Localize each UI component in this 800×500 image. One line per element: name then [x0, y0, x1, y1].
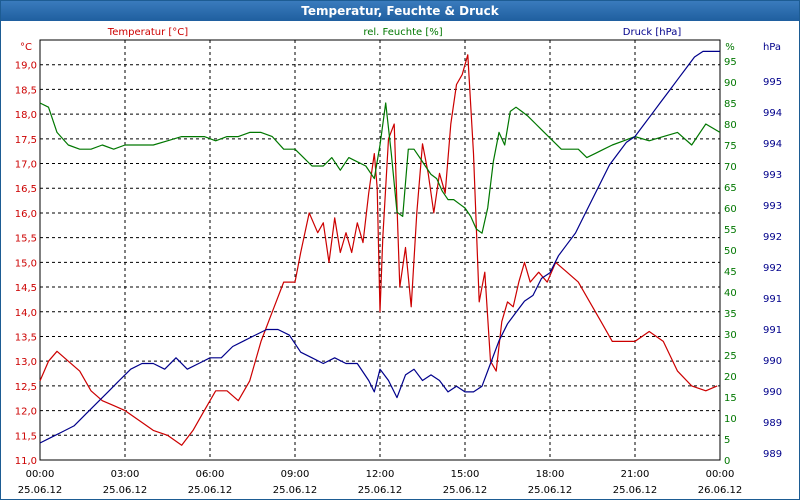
x-tick-time-label: 12:00 [366, 469, 395, 480]
temperature-tick-label: 17,5 [15, 135, 37, 146]
temperature-tick-label: 19,0 [15, 61, 37, 72]
pressure-tick-label: 989 [763, 418, 782, 429]
x-tick-time-label: 21:00 [621, 469, 650, 480]
humidity-tick-label: 35 [724, 309, 737, 320]
humidity-tick-label: 5 [724, 435, 730, 446]
humidity-unit: % [725, 42, 735, 53]
temperature-tick-label: 13,5 [15, 332, 37, 343]
temperature-tick-label: 11,5 [15, 431, 37, 442]
x-tick-time-label: 00:00 [706, 469, 735, 480]
humidity-tick-label: 75 [724, 141, 737, 152]
temperature-tick-label: 12,0 [15, 407, 37, 418]
pressure-tick-label: 995 [763, 77, 782, 88]
pressure-axis-label: Druck [hPa] [623, 27, 682, 38]
temperature-tick-label: 15,5 [15, 234, 37, 245]
temperature-tick-label: 11,0 [15, 456, 37, 467]
pressure-tick-label: 994 [763, 108, 782, 119]
x-tick-date-label: 25.06.12 [188, 485, 233, 496]
temperature-tick-label: 14,0 [15, 308, 37, 319]
x-tick-date-label: 25.06.12 [443, 485, 488, 496]
humidity-tick-label: 25 [724, 351, 737, 362]
temperature-tick-label: 18,5 [15, 85, 37, 96]
humidity-axis-label: rel. Feuchte [%] [363, 27, 442, 38]
temperature-tick-label: 17,0 [15, 160, 37, 171]
humidity-tick-label: 45 [724, 267, 737, 278]
humidity-tick-label: 85 [724, 99, 737, 110]
humidity-tick-label: 20 [724, 372, 737, 383]
pressure-tick-label: 991 [763, 325, 782, 336]
humidity-tick-label: 15 [724, 393, 737, 404]
pressure-tick-label: 990 [763, 356, 782, 367]
temperature-tick-label: 16,5 [15, 184, 37, 195]
pressure-tick-label: 992 [763, 263, 782, 274]
temperature-axis-label: Temperatur [°C] [107, 27, 188, 38]
pressure-tick-label: 994 [763, 139, 782, 150]
pressure-tick-label: 992 [763, 232, 782, 243]
humidity-tick-label: 70 [724, 162, 737, 173]
pressure-tick-label: 993 [763, 201, 782, 212]
humidity-tick-label: 60 [724, 204, 737, 215]
temperature-tick-label: 12,5 [15, 382, 37, 393]
tick-labels: 00:00 25.06.12 03:00 25.06.12 06:00 25.06.12 0… [15, 57, 782, 496]
pressure-tick-label: 991 [763, 294, 782, 305]
x-tick-time-label: 03:00 [111, 469, 140, 480]
temperature-unit: °C [20, 42, 32, 53]
pressure-tick-label: 990 [763, 387, 782, 398]
humidity-tick-label: 95 [724, 57, 737, 68]
temperature-tick-label: 18,0 [15, 110, 37, 121]
x-tick-time-label: 18:00 [536, 469, 565, 480]
temperature-tick-label: 13,0 [15, 357, 37, 368]
pressure-tick-label: 989 [763, 449, 782, 460]
x-tick-time-label: 15:00 [451, 469, 480, 480]
x-tick-date-label: 25.06.12 [358, 485, 403, 496]
humidity-tick-label: 50 [724, 246, 737, 257]
humidity-tick-label: 65 [724, 183, 737, 194]
humidity-tick-label: 55 [724, 225, 737, 236]
humidity-tick-label: 90 [724, 78, 737, 89]
x-tick-date-label: 26.06.12 [698, 485, 743, 496]
pressure-unit: hPa [763, 42, 781, 53]
x-tick-date-label: 25.06.12 [273, 485, 318, 496]
x-tick-date-label: 25.06.12 [613, 485, 658, 496]
x-tick-time-label: 09:00 [281, 469, 310, 480]
temperature-series-line [39, 54, 718, 446]
humidity-tick-label: 40 [724, 288, 737, 299]
x-tick-date-label: 25.06.12 [103, 485, 148, 496]
humidity-tick-label: 80 [724, 120, 737, 131]
x-tick-date-label: 25.06.12 [528, 485, 573, 496]
humidity-tick-label: 0 [724, 456, 730, 467]
x-tick-time-label: 06:00 [196, 469, 225, 480]
humidity-tick-label: 30 [724, 330, 737, 341]
weather-chart: 00:00 25.06.12 03:00 25.06.12 06:00 25.06.12 0… [15, 27, 782, 496]
chart-grid [40, 40, 720, 460]
temperature-tick-label: 14,5 [15, 283, 37, 294]
temperature-tick-label: 16,0 [15, 209, 37, 220]
x-tick-time-label: 00:00 [26, 469, 55, 480]
x-tick-date-label: 25.06.12 [18, 485, 63, 496]
temperature-tick-label: 15,0 [15, 258, 37, 269]
pressure-tick-label: 993 [763, 170, 782, 181]
humidity-tick-label: 10 [724, 414, 737, 425]
